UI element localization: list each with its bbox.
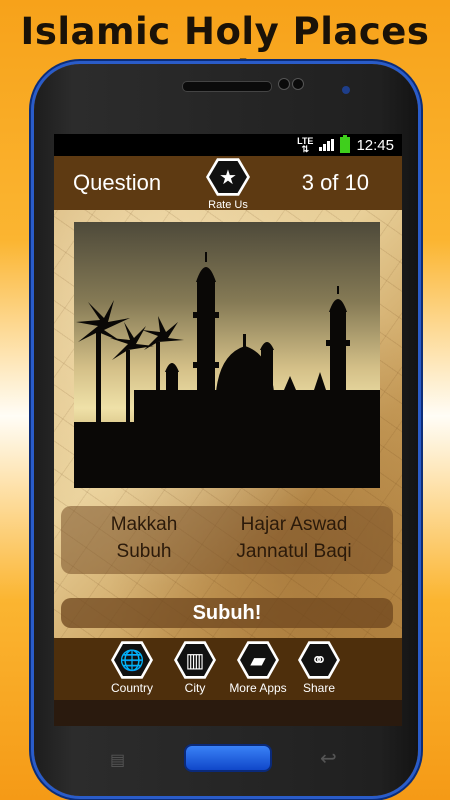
question-label: Question bbox=[73, 170, 162, 195]
share-button[interactable]: ⚭ Share bbox=[287, 640, 351, 695]
app-screen: LTE ⇅ 12:45 Question ★ Rate Us 3 of 10 M… bbox=[54, 134, 402, 726]
share-icon: ⚭ bbox=[301, 644, 337, 676]
more-apps-label: More Apps bbox=[229, 681, 287, 695]
more-apps-badge: ▰ bbox=[237, 641, 279, 679]
share-label: Share bbox=[302, 681, 336, 695]
answer-options: Makkah Hajar Aswad Subuh Jannatul Baqi bbox=[61, 506, 393, 574]
rate-badge: ★ bbox=[206, 158, 250, 196]
answer-option[interactable]: Hajar Aswad bbox=[211, 514, 377, 536]
city-label: City bbox=[184, 681, 206, 695]
battery-icon bbox=[340, 135, 351, 153]
answer-option[interactable]: Makkah bbox=[61, 514, 227, 536]
country-label: Country bbox=[110, 681, 154, 695]
network-indicator: LTE ⇅ bbox=[297, 136, 314, 154]
status-bar: LTE ⇅ 12:45 bbox=[54, 134, 402, 156]
status-time: 12:45 bbox=[356, 136, 394, 154]
more-apps-button[interactable]: ▰ More Apps bbox=[226, 640, 290, 695]
quiz-header: Question ★ Rate Us 3 of 10 bbox=[54, 156, 402, 212]
proximity-sensor bbox=[342, 86, 350, 94]
globe-icon: 🌐 bbox=[114, 644, 150, 676]
apps-icon: ▰ bbox=[240, 644, 276, 676]
footer-nav: 🌐 Country ▥ City ▰ More Apps ⚭ Share bbox=[54, 638, 402, 700]
answer-option[interactable]: Subuh bbox=[61, 541, 227, 563]
share-badge: ⚭ bbox=[298, 641, 340, 679]
result-banner: Subuh! bbox=[61, 598, 393, 628]
star-icon: ★ bbox=[209, 161, 247, 193]
city-badge: ▥ bbox=[174, 641, 216, 679]
speaker-grille bbox=[182, 81, 272, 92]
city-button[interactable]: ▥ City bbox=[163, 640, 227, 695]
camera-icon bbox=[278, 78, 290, 90]
quiz-body: Makkah Hajar Aswad Subuh Jannatul Baqi S… bbox=[54, 210, 402, 638]
answer-option[interactable]: Jannatul Baqi bbox=[211, 541, 377, 563]
question-photo bbox=[74, 222, 380, 488]
question-progress: 3 of 10 bbox=[301, 170, 369, 195]
rate-us-button[interactable]: ★ Rate Us bbox=[204, 157, 252, 211]
back-key-icon[interactable]: ↩ bbox=[320, 746, 337, 771]
country-button[interactable]: 🌐 Country bbox=[100, 640, 164, 695]
signal-icon bbox=[319, 139, 335, 151]
country-badge: 🌐 bbox=[111, 641, 153, 679]
menu-key-icon[interactable]: ▤ bbox=[110, 750, 125, 770]
home-button[interactable] bbox=[184, 744, 272, 772]
city-icon: ▥ bbox=[177, 644, 213, 676]
sensor-icon bbox=[292, 78, 304, 90]
screen-bottom-bar bbox=[54, 700, 402, 726]
mosque-silhouette bbox=[74, 252, 380, 488]
